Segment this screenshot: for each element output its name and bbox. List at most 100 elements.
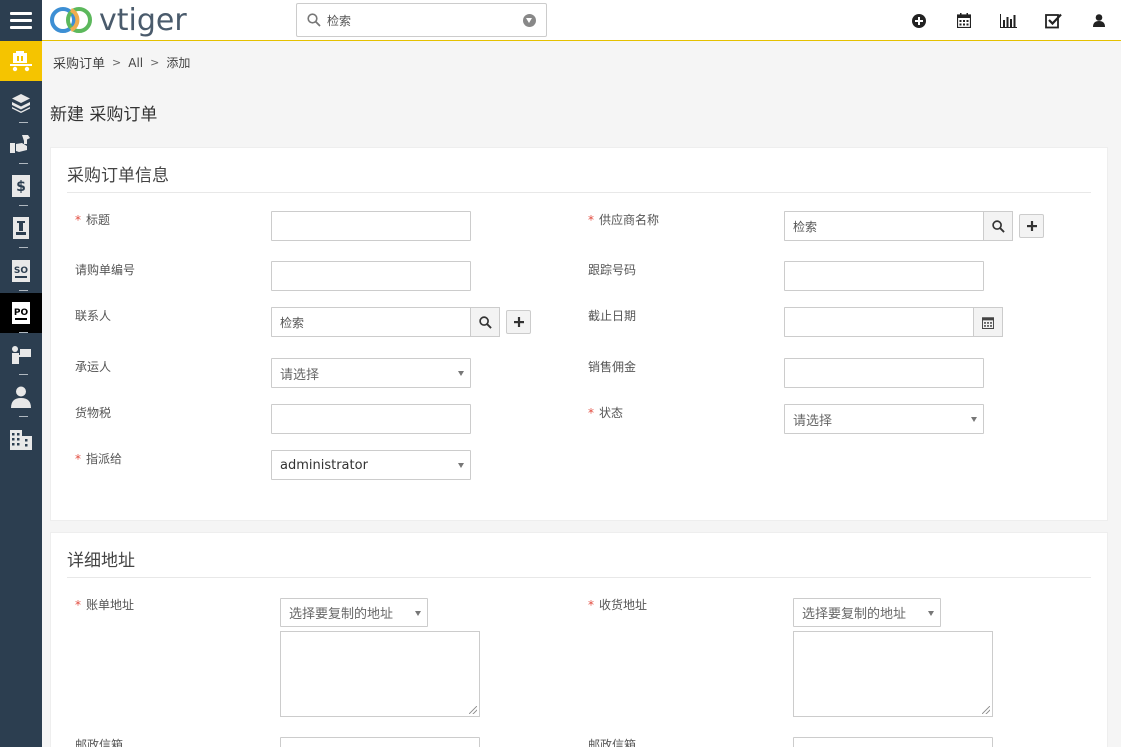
logo-text: vtiger bbox=[99, 2, 187, 38]
billing-pobox-label: 邮政信箱 bbox=[75, 738, 124, 747]
chevron-right-icon: > bbox=[150, 56, 160, 69]
due-date-label: 截止日期 bbox=[588, 309, 637, 323]
subject-input[interactable] bbox=[271, 211, 471, 241]
shipping-address-label: * 收货地址 bbox=[588, 598, 648, 612]
plus-icon bbox=[1026, 221, 1037, 231]
divider bbox=[67, 577, 1091, 578]
tracking-no-label: 跟踪号码 bbox=[588, 263, 637, 277]
search-dropdown-icon[interactable] bbox=[523, 13, 536, 27]
sales-commission-label: 销售佣金 bbox=[588, 360, 637, 374]
invoice-icon[interactable] bbox=[0, 208, 42, 248]
billing-copy-address-select[interactable]: 选择要复制的地址 bbox=[280, 598, 428, 627]
required-marker: * bbox=[588, 406, 594, 420]
billing-address-textarea[interactable] bbox=[280, 631, 480, 717]
caret-down-icon bbox=[458, 371, 464, 376]
excise-tax-input[interactable] bbox=[271, 404, 471, 434]
vtiger-logo-icon bbox=[50, 7, 92, 33]
subject-label: * 标题 bbox=[75, 213, 111, 227]
user-profile-icon[interactable] bbox=[1076, 0, 1121, 41]
breadcrumb: 采购订单 > All > 添加 bbox=[42, 42, 1121, 83]
section-title: 详细地址 bbox=[67, 551, 135, 571]
carrier-select[interactable]: 请选择 bbox=[271, 358, 471, 388]
products-icon[interactable] bbox=[0, 83, 42, 123]
vendor-label: * 供应商名称 bbox=[588, 213, 660, 227]
chevron-right-icon: > bbox=[112, 56, 122, 69]
quotes-icon[interactable]: $ bbox=[0, 166, 42, 206]
organizations-icon[interactable] bbox=[0, 419, 42, 459]
svg-text:PO: PO bbox=[14, 308, 29, 318]
shipping-pobox-input[interactable] bbox=[793, 737, 993, 747]
shipping-copy-select-value: 选择要复制的地址 bbox=[802, 607, 907, 622]
assigned-to-label: * 指派给 bbox=[75, 452, 123, 466]
status-label: * 状态 bbox=[588, 406, 624, 420]
billing-copy-select-value: 选择要复制的地址 bbox=[289, 607, 394, 622]
sales-order-icon[interactable]: SO bbox=[0, 251, 42, 291]
required-marker: * bbox=[75, 452, 81, 466]
sales-commission-input[interactable] bbox=[784, 358, 984, 388]
vendor-create-button[interactable] bbox=[1019, 214, 1044, 238]
tracking-no-input[interactable] bbox=[784, 261, 984, 291]
contact-label: 联系人 bbox=[75, 309, 112, 323]
status-select-value: 请选择 bbox=[793, 413, 833, 429]
caret-down-icon bbox=[458, 463, 464, 468]
contacts-icon[interactable] bbox=[0, 377, 42, 417]
top-navbar: vtiger 检索 bbox=[0, 0, 1121, 41]
carrier-select-value: 请选择 bbox=[280, 367, 320, 383]
calendar-icon[interactable] bbox=[941, 0, 986, 41]
breadcrumb-action: 添加 bbox=[166, 56, 191, 70]
calendar-icon bbox=[982, 316, 994, 329]
tasks-checkbox-icon[interactable] bbox=[1031, 0, 1076, 41]
services-icon[interactable] bbox=[0, 124, 42, 164]
carrier-label: 承运人 bbox=[75, 360, 112, 374]
required-marker: * bbox=[75, 598, 81, 612]
search-icon bbox=[991, 219, 1005, 233]
search-icon bbox=[478, 315, 492, 329]
assigned-to-select-value: administrator bbox=[280, 457, 368, 473]
excise-tax-label: 货物税 bbox=[75, 406, 112, 420]
contact-search-button[interactable] bbox=[470, 307, 500, 337]
caret-down-icon bbox=[971, 417, 977, 422]
module-sidebar: $ SO PO bbox=[0, 41, 42, 747]
search-icon bbox=[307, 13, 321, 27]
divider bbox=[67, 192, 1091, 193]
shipping-copy-address-select[interactable]: 选择要复制的地址 bbox=[793, 598, 941, 627]
required-marker: * bbox=[588, 213, 594, 227]
menu-toggle-icon[interactable] bbox=[0, 0, 42, 41]
reports-chart-icon[interactable] bbox=[986, 0, 1031, 41]
resize-grip-icon[interactable] bbox=[982, 706, 990, 714]
required-marker: * bbox=[75, 213, 81, 227]
svg-text:SO: SO bbox=[14, 266, 28, 276]
caret-down-icon bbox=[415, 611, 421, 616]
plus-icon bbox=[513, 317, 524, 327]
purchase-module-icon[interactable] bbox=[0, 41, 42, 81]
app-logo[interactable]: vtiger bbox=[47, 2, 187, 38]
billing-pobox-input[interactable] bbox=[280, 737, 480, 747]
contact-create-button[interactable] bbox=[506, 310, 531, 334]
billing-address-label: * 账单地址 bbox=[75, 598, 135, 612]
svg-text:$: $ bbox=[16, 179, 26, 195]
breadcrumb-filter-link[interactable]: All bbox=[128, 56, 143, 70]
contact-search-input[interactable]: 检索 bbox=[271, 307, 471, 337]
page-title: 新建 采购订单 bbox=[50, 105, 158, 125]
global-search-input[interactable]: 检索 bbox=[296, 3, 547, 37]
vendor-search-button[interactable] bbox=[983, 211, 1013, 241]
shipping-address-textarea[interactable] bbox=[793, 631, 993, 717]
purchase-order-icon[interactable]: PO bbox=[0, 293, 42, 333]
assigned-to-select[interactable]: administrator bbox=[271, 450, 471, 480]
search-placeholder: 检索 bbox=[327, 13, 352, 28]
vendors-icon[interactable] bbox=[0, 335, 42, 375]
status-select[interactable]: 请选择 bbox=[784, 404, 984, 434]
required-marker: * bbox=[588, 598, 594, 612]
purchase-order-info-section: 采购订单信息 * 标题 * 供应商名称 检索 请购单编号 跟踪号码 联系人 检索 截… bbox=[50, 147, 1108, 521]
vendor-search-input[interactable]: 检索 bbox=[784, 211, 984, 241]
resize-grip-icon[interactable] bbox=[469, 706, 477, 714]
shipping-pobox-label: 邮政信箱 bbox=[588, 738, 637, 747]
breadcrumb-module-link[interactable]: 采购订单 bbox=[53, 53, 105, 72]
section-title: 采购订单信息 bbox=[67, 166, 169, 186]
quick-create-icon[interactable] bbox=[896, 0, 941, 41]
requisition-no-input[interactable] bbox=[271, 261, 471, 291]
date-picker-button[interactable] bbox=[973, 307, 1003, 337]
due-date-input[interactable] bbox=[784, 307, 974, 337]
caret-down-icon bbox=[928, 611, 934, 616]
requisition-no-label: 请购单编号 bbox=[75, 263, 136, 277]
